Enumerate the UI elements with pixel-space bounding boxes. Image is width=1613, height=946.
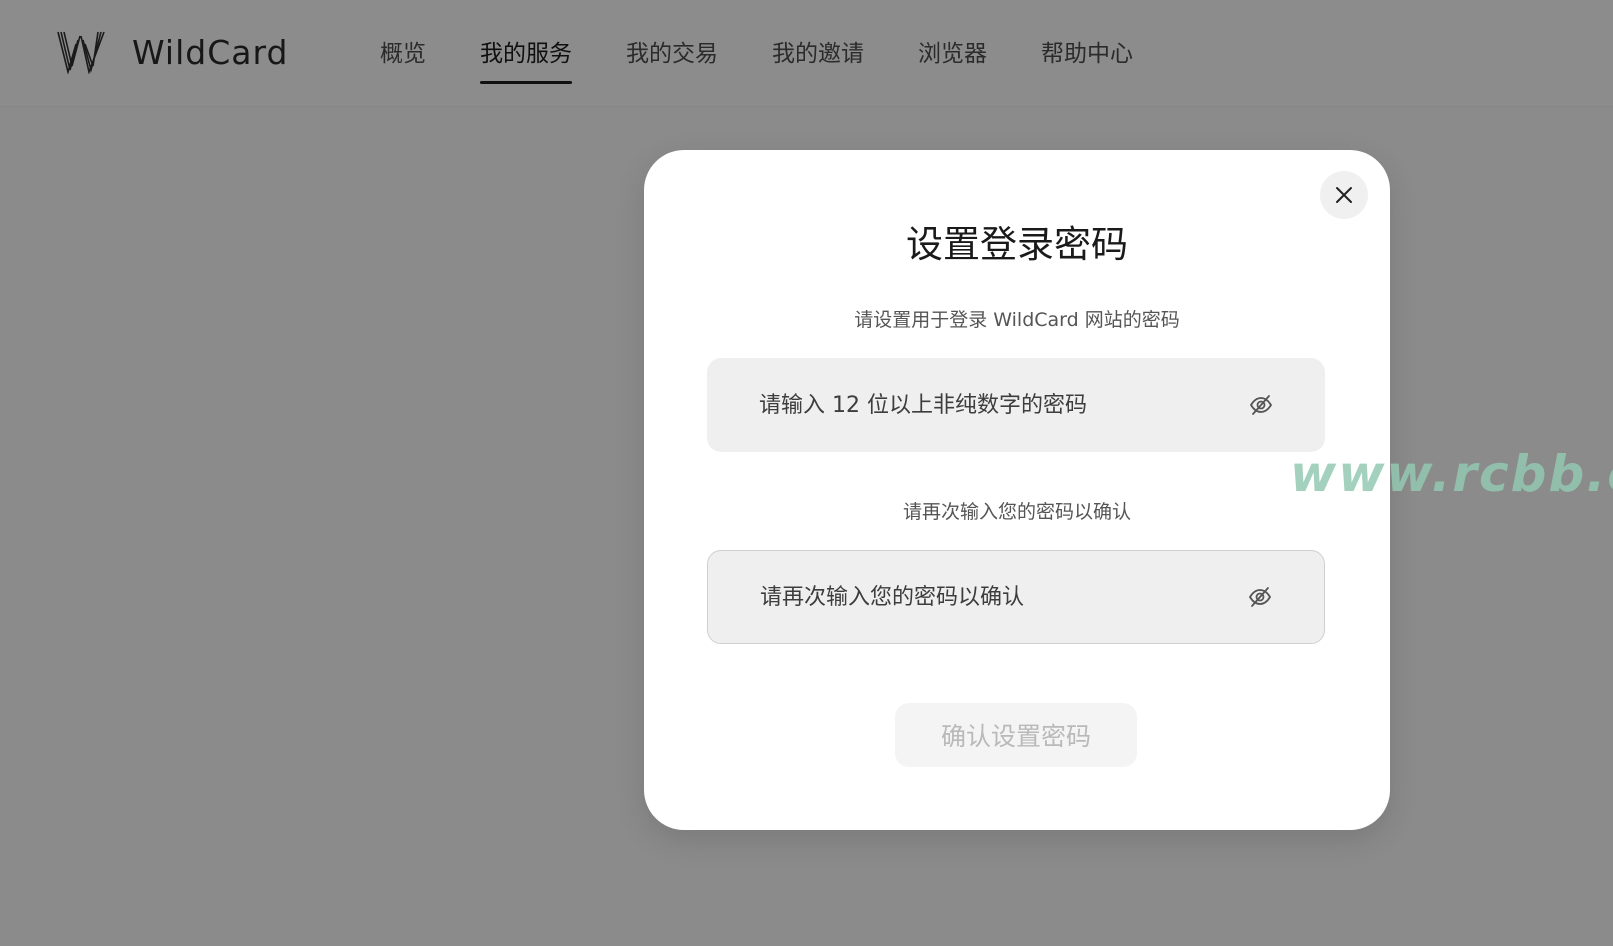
confirm-password-input[interactable] [760, 551, 1200, 643]
wildcard-logo-icon [57, 31, 105, 74]
close-icon [1336, 187, 1352, 203]
nav-item-overview[interactable]: 概览 [380, 0, 426, 72]
top-nav-bar: WildCard 概览 我的服务 我的交易 我的邀请 浏览器 帮助中心 [0, 0, 1613, 107]
close-button[interactable] [1320, 171, 1368, 219]
dialog-title: 设置登录密码 [906, 223, 1128, 266]
brand-name: WildCard [132, 32, 289, 72]
confirm-password-label: 请再次输入您的密码以确认 [902, 501, 1131, 523]
nav-item-help-center[interactable]: 帮助中心 [1041, 0, 1133, 72]
watermark: www.rcbb.cc [1290, 445, 1613, 503]
confirm-password-visibility-toggle[interactable] [1246, 583, 1274, 611]
nav-item-my-invitations[interactable]: 我的邀请 [772, 0, 864, 72]
nav-item-my-services[interactable]: 我的服务 [480, 0, 572, 84]
confirm-password-field-wrapper [707, 550, 1325, 644]
main-nav: 概览 我的服务 我的交易 我的邀请 浏览器 帮助中心 [380, 0, 1187, 106]
password-field-wrapper [707, 358, 1325, 452]
brand-logo[interactable]: WildCard [56, 30, 288, 74]
password-label: 请设置用于登录 WildCard 网站的密码 [854, 309, 1180, 331]
eye-off-icon [1248, 587, 1272, 607]
password-visibility-toggle[interactable] [1247, 391, 1275, 419]
nav-item-my-transactions[interactable]: 我的交易 [626, 0, 718, 72]
password-input[interactable] [759, 358, 1199, 452]
eye-off-icon [1249, 395, 1273, 415]
confirm-set-password-button[interactable]: 确认设置密码 [895, 703, 1137, 767]
set-password-dialog: 设置登录密码 请设置用于登录 WildCard 网站的密码 请再次输入您的密码以… [644, 150, 1390, 830]
nav-item-browser[interactable]: 浏览器 [918, 0, 987, 72]
